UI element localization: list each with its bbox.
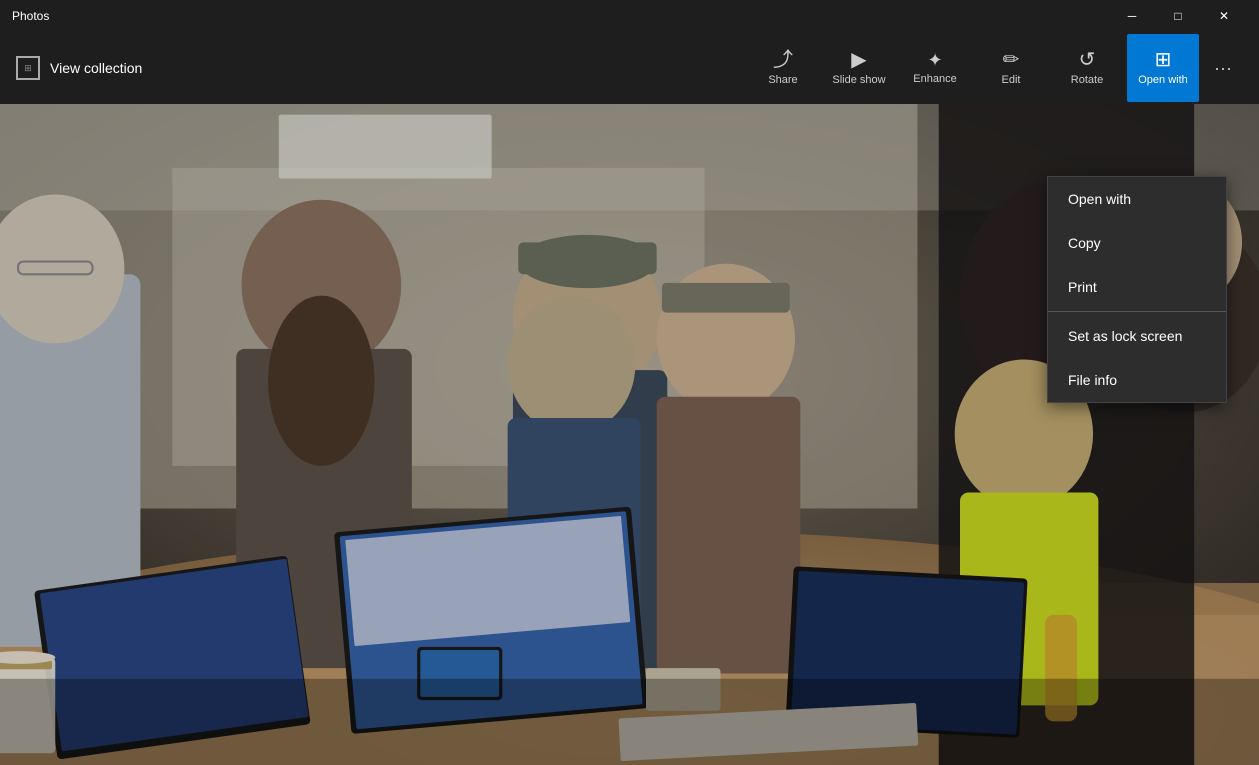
window-controls: ─ □ ✕ xyxy=(1109,0,1247,32)
rotate-button[interactable]: ↺ Rotate xyxy=(1051,34,1123,102)
more-icon: ··· xyxy=(1214,58,1232,79)
share-label: Share xyxy=(768,74,797,86)
minimize-button[interactable]: ─ xyxy=(1109,0,1155,32)
close-button[interactable]: ✕ xyxy=(1201,0,1247,32)
slideshow-button[interactable]: ▶ Slide show xyxy=(823,34,895,102)
enhance-icon: ✦ xyxy=(927,51,942,69)
edit-button[interactable]: ✏ Edit xyxy=(975,34,1047,102)
slideshow-icon: ▶ xyxy=(851,50,866,70)
dropdown-file-info[interactable]: File info xyxy=(1048,358,1226,402)
open-with-label: Open with xyxy=(1138,74,1188,86)
main-image-area: Open with Copy Print Set as lock screen … xyxy=(0,104,1259,765)
file-info-menu-label: File info xyxy=(1068,372,1117,388)
view-collection-label: View collection xyxy=(50,60,142,76)
enhance-label: Enhance xyxy=(913,73,956,85)
app-title: Photos xyxy=(12,9,1109,23)
share-button[interactable]: ⤴ Share xyxy=(747,34,819,102)
rotate-label: Rotate xyxy=(1071,74,1103,86)
dropdown-open-with[interactable]: Open with xyxy=(1048,177,1226,221)
open-with-menu-label: Open with xyxy=(1068,191,1131,207)
dropdown-lock-screen[interactable]: Set as lock screen xyxy=(1048,314,1226,358)
maximize-button[interactable]: □ xyxy=(1155,0,1201,32)
edit-icon: ✏ xyxy=(1003,50,1020,70)
share-icon: ⤴ xyxy=(773,50,793,70)
more-button[interactable]: ··· xyxy=(1203,34,1243,102)
dropdown-copy[interactable]: Copy xyxy=(1048,221,1226,265)
enhance-button[interactable]: ✦ Enhance xyxy=(899,34,971,102)
edit-label: Edit xyxy=(1002,74,1021,86)
toolbar-left: ⊞ View collection xyxy=(16,56,747,80)
collection-icon: ⊞ xyxy=(16,56,40,80)
slideshow-label: Slide show xyxy=(832,74,885,86)
open-with-icon: ⊞ xyxy=(1155,50,1172,70)
title-bar: Photos ─ □ ✕ xyxy=(0,0,1259,32)
lock-screen-menu-label: Set as lock screen xyxy=(1068,328,1182,344)
dropdown-print[interactable]: Print xyxy=(1048,265,1226,309)
toolbar-right: ⤴ Share ▶ Slide show ✦ Enhance ✏ Edit ↺ … xyxy=(747,34,1243,102)
rotate-icon: ↺ xyxy=(1079,50,1096,70)
print-menu-label: Print xyxy=(1068,279,1097,295)
toolbar: ⊞ View collection ⤴ Share ▶ Slide show ✦… xyxy=(0,32,1259,104)
dropdown-divider xyxy=(1048,311,1226,312)
copy-menu-label: Copy xyxy=(1068,235,1101,251)
open-with-button[interactable]: ⊞ Open with xyxy=(1127,34,1199,102)
dropdown-menu: Open with Copy Print Set as lock screen … xyxy=(1047,176,1227,403)
